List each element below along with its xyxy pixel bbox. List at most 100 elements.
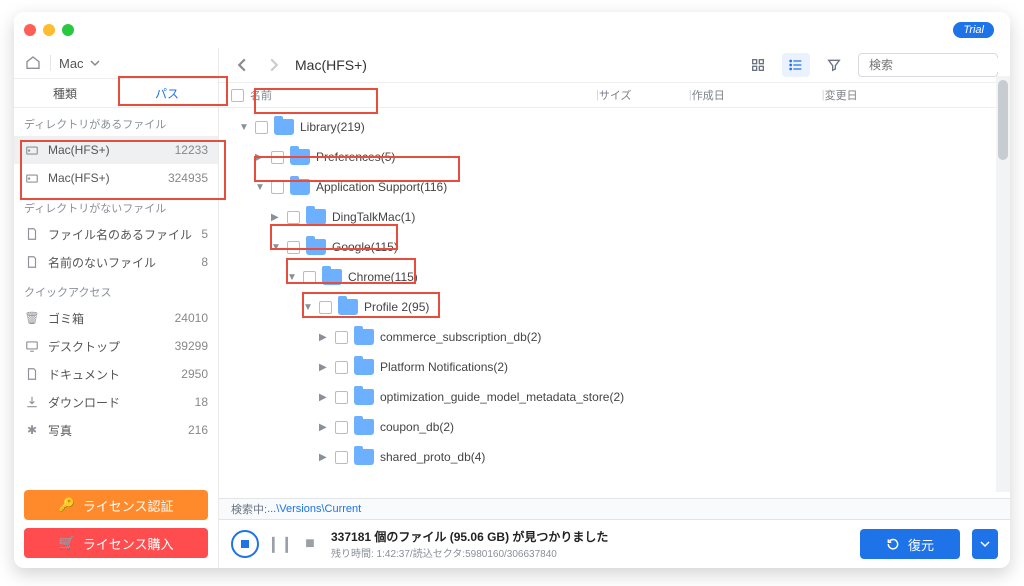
- file-tree: ▼ Library(219) ▶Preferences(5) ▼ Application…: [219, 108, 1010, 498]
- nav-back-button[interactable]: [231, 54, 253, 76]
- disclosure-icon[interactable]: ▶: [319, 452, 329, 463]
- stop-scan-button[interactable]: [231, 530, 259, 558]
- row-checkbox[interactable]: [335, 361, 348, 374]
- tree-row[interactable]: ▼ Application Support(116): [219, 172, 1010, 202]
- sidebar: Mac 種類 パス ディレクトリがあるファイル Mac(HFS+) 12233 …: [14, 48, 219, 568]
- disclosure-icon[interactable]: ▼: [287, 272, 297, 283]
- sidebar-item-label: ファイル名のあるファイル: [48, 226, 192, 243]
- tree-row[interactable]: ▶Preferences(5): [219, 142, 1010, 172]
- sidebar-item-desktop[interactable]: デスクトップ 39299: [14, 332, 218, 360]
- pause-scan-button[interactable]: ❙❙: [271, 534, 289, 554]
- sidebar-item-count: 2950: [181, 367, 208, 381]
- filter-button[interactable]: [820, 53, 848, 77]
- folder-icon: [338, 299, 358, 315]
- photo-icon: ✱: [24, 422, 40, 438]
- sidebar-item-photos[interactable]: ✱ 写真 216: [14, 416, 218, 444]
- disclosure-icon[interactable]: ▶: [319, 362, 329, 373]
- row-checkbox[interactable]: [287, 241, 300, 254]
- sidebar-item-count: 216: [188, 423, 208, 437]
- sidebar-item-documents[interactable]: ドキュメント 2950: [14, 360, 218, 388]
- tree-row[interactable]: ▶Platform Notifications(2): [219, 352, 1010, 382]
- disclosure-icon[interactable]: ▼: [239, 122, 249, 133]
- tree-row[interactable]: ▼Google(115): [219, 232, 1010, 262]
- row-checkbox[interactable]: [335, 331, 348, 344]
- breadcrumb-select[interactable]: Mac: [59, 56, 100, 71]
- license-activate-button[interactable]: 🔑 ライセンス認証: [24, 490, 208, 520]
- sidebar-item-volume[interactable]: Mac(HFS+) 324935: [14, 164, 218, 192]
- view-list-button[interactable]: [782, 53, 810, 77]
- sidebar-item-trash[interactable]: 🗑 ゴミ箱 24010: [14, 304, 218, 332]
- folder-icon: [354, 389, 374, 405]
- row-checkbox[interactable]: [335, 391, 348, 404]
- sidebar-item-volume[interactable]: Mac(HFS+) 12233: [14, 136, 218, 164]
- breadcrumb-label: Mac: [59, 56, 84, 71]
- document-icon: [24, 366, 40, 382]
- row-label: Profile 2(95): [364, 300, 429, 314]
- col-name: 名前: [250, 87, 272, 103]
- section-quick: クイックアクセス: [14, 276, 218, 304]
- row-checkbox[interactable]: [271, 181, 284, 194]
- key-icon: 🔑: [59, 497, 75, 513]
- row-label: Library(219): [300, 120, 365, 134]
- zoom-icon[interactable]: [62, 24, 74, 36]
- disclosure-icon[interactable]: ▶: [319, 392, 329, 403]
- stop-square-button[interactable]: ■: [301, 535, 319, 553]
- sidebar-item-unnamed[interactable]: 名前のないファイル 8: [14, 248, 218, 276]
- sidebar-item-downloads[interactable]: ダウンロード 18: [14, 388, 218, 416]
- button-label: ライセンス購入: [83, 534, 174, 553]
- sidebar-item-label: ゴミ箱: [48, 310, 84, 327]
- col-modified: 変更日: [825, 87, 915, 103]
- file-icon: [24, 226, 40, 242]
- folder-icon: [354, 359, 374, 375]
- tree-row[interactable]: ▼ Library(219): [219, 112, 1010, 142]
- button-label: 復元: [908, 535, 934, 554]
- row-label: commerce_subscription_db(2): [380, 330, 541, 344]
- tab-path[interactable]: パス: [116, 79, 218, 107]
- disclosure-icon[interactable]: ▶: [255, 152, 265, 163]
- row-checkbox[interactable]: [335, 421, 348, 434]
- tree-row[interactable]: ▼ Profile 2(95): [219, 292, 1010, 322]
- disclosure-icon[interactable]: ▶: [319, 422, 329, 433]
- vertical-scrollbar[interactable]: [996, 76, 1010, 492]
- search-input[interactable]: [869, 58, 1010, 72]
- restore-menu-button[interactable]: [972, 529, 998, 559]
- row-checkbox[interactable]: [303, 271, 316, 284]
- tab-kind[interactable]: 種類: [14, 79, 116, 107]
- tree-row[interactable]: ▶ commerce_subscription_db(2): [219, 322, 1010, 352]
- license-purchase-button[interactable]: 🛒 ライセンス購入: [24, 528, 208, 558]
- section-with-dir: ディレクトリがあるファイル: [14, 108, 218, 136]
- row-checkbox[interactable]: [271, 151, 284, 164]
- row-checkbox[interactable]: [255, 121, 268, 134]
- row-label: DingTalkMac(1): [332, 210, 415, 224]
- close-icon[interactable]: [24, 24, 36, 36]
- row-checkbox[interactable]: [287, 211, 300, 224]
- tree-row[interactable]: ▶shared_proto_db(4): [219, 442, 1010, 472]
- tree-row[interactable]: ▶ DingTalkMac(1): [219, 202, 1010, 232]
- tree-row[interactable]: ▼Chrome(115): [219, 262, 1010, 292]
- download-icon: [24, 394, 40, 410]
- chevron-down-icon: [90, 58, 100, 68]
- tree-row[interactable]: ▶optimization_guide_model_metadata_store…: [219, 382, 1010, 412]
- sidebar-item-count: 18: [195, 395, 208, 409]
- nav-forward-button[interactable]: [263, 54, 285, 76]
- minimize-icon[interactable]: [43, 24, 55, 36]
- disclosure-icon[interactable]: ▼: [271, 242, 281, 253]
- folder-icon: [322, 269, 342, 285]
- disclosure-icon[interactable]: ▼: [303, 302, 313, 313]
- sidebar-item-count: 324935: [168, 171, 208, 185]
- cart-icon: 🛒: [59, 535, 75, 551]
- row-checkbox[interactable]: [335, 451, 348, 464]
- sidebar-item-named[interactable]: ファイル名のあるファイル 5: [14, 220, 218, 248]
- home-icon[interactable]: [24, 54, 42, 72]
- select-all-checkbox[interactable]: [231, 89, 244, 102]
- restore-button[interactable]: 復元: [860, 529, 960, 559]
- view-grid-button[interactable]: [744, 53, 772, 77]
- tree-row[interactable]: ▶coupon_db(2): [219, 412, 1010, 442]
- scrollbar-thumb[interactable]: [998, 80, 1008, 160]
- disclosure-icon[interactable]: ▼: [255, 182, 265, 193]
- search-field[interactable]: [858, 53, 998, 77]
- row-label: Application Support(116): [316, 180, 447, 194]
- disclosure-icon[interactable]: ▶: [271, 212, 281, 223]
- row-checkbox[interactable]: [319, 301, 332, 314]
- disclosure-icon[interactable]: ▶: [319, 332, 329, 343]
